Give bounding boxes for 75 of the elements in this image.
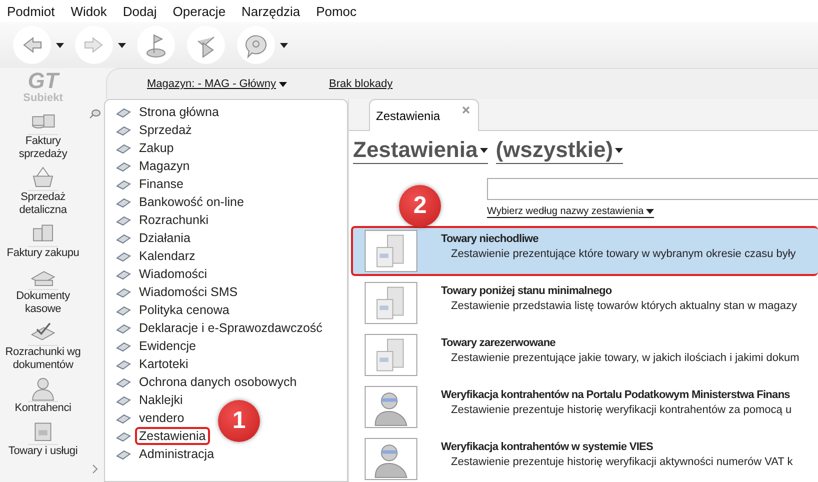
report-title: Weryfikacja kontrahentów w systemie VIES [441,441,654,453]
sidebar-item[interactable]: Kontrahenci [0,375,86,418]
search-field[interactable] [487,178,818,200]
caret-icon [480,148,488,152]
boxes-icon [363,334,419,376]
logo-name: Subiekt [23,92,63,104]
nav-item[interactable]: Kartoteki [115,355,347,373]
nav-item[interactable]: Działania [115,229,347,247]
sidebar-item[interactable]: Rozrachunki wg dokumentów [0,319,86,375]
nav-item[interactable]: Deklaracje i e-Sprawozdawczość [115,319,347,337]
toolbar-button[interactable] [12,25,64,65]
filter-dropdown[interactable]: (wszystkie) [496,137,624,164]
sidebar-item[interactable]: Faktury zakupu [0,220,86,263]
caret-icon [646,209,654,214]
menu-item[interactable]: Operacje [172,4,226,18]
toolbar-button[interactable] [136,25,176,65]
person-icon [363,438,419,480]
callout-marker: 2 [399,185,441,227]
flag-icon [136,25,176,65]
report-description: Zestawienie prezentujące które towary w wybranym okresie czasu były [450,248,796,260]
nav-item[interactable]: Wiadomości [115,265,347,283]
menu-item[interactable]: Widok [70,4,107,18]
warehouse-link[interactable]: Magazyn: - MAG - Główny [147,78,287,90]
sidebar-item[interactable]: Faktury sprzedaży [0,108,86,164]
report-description: Zestawienie prezentuje historię weryfikacji kontrahentów za pomocą u [450,404,792,416]
report-title: Towary poniżej stanu minimalnego [441,285,613,297]
nav-item[interactable]: Kalendarz [115,247,347,265]
sidebar-item[interactable]: Towary i usługi [0,418,86,461]
caret-icon [278,82,287,86]
menu-item[interactable]: Podmiot [7,4,55,18]
toolbar-button[interactable] [74,25,126,65]
caret-icon [118,42,126,48]
menu-item[interactable]: Dodaj [122,4,157,18]
report-title: Weryfikacja kontrahentów na Portalu Podatkowym Ministerstwa Finans [441,389,791,401]
nav-item[interactable]: Ewidencje [115,337,347,355]
nav-item[interactable]: Sprzedaż [115,121,347,139]
toolbar-button[interactable] [236,25,288,65]
caret-icon [615,148,624,152]
category-dropdown[interactable]: Zestawienia [353,137,488,164]
nav-item[interactable]: Polityka cenowa [115,301,347,319]
chevron-icon[interactable] [92,464,98,474]
close-icon[interactable] [462,106,470,114]
sidebar-item[interactable]: Dokumenty kasowe [0,263,86,319]
boxes-icon [363,282,419,324]
nav-item[interactable]: Zakup [115,139,347,157]
boxes-icon [363,230,419,272]
tab[interactable]: Zestawienia [369,99,480,131]
lock-status-link[interactable]: Brak blokady [328,78,393,90]
menu-item[interactable]: Pomoc [316,4,357,18]
checklist-icon [186,25,226,65]
toolbar-button[interactable] [186,25,226,65]
nav-item[interactable]: Rozrachunki [115,211,347,229]
person-icon [28,375,58,402]
menu-item[interactable]: Narzędzia [242,4,300,18]
report-title: Towary zarezerwowane [441,337,556,349]
report-description: Zestawienie prezentujące jakie towary, w jakich ilościach i jakimi dokum [450,352,800,364]
nav-item[interactable]: Ochrona danych osobowych [115,373,347,391]
nav-item[interactable]: Magazyn [115,157,347,175]
nav-item[interactable]: Finanse [115,175,347,193]
nav-item[interactable]: Bankowość on-line [115,193,347,211]
report-title: Towary niechodliwe [441,233,540,245]
search-mode-link[interactable]: Wybierz według nazwy zestawienia [487,206,654,218]
help-icon [236,25,276,65]
nav-item[interactable]: Administracja [115,445,347,463]
basket-icon [28,164,58,191]
caret-icon [280,42,288,48]
caret-icon [56,42,64,48]
person-icon [363,386,419,428]
report-description: Zestawienie prezentuje historię weryfikacji aktywności numerów VAT k [450,456,793,468]
nav-item[interactable]: Wiadomości SMS [115,283,347,301]
sidebar-item[interactable]: Sprzedaż detaliczna [0,164,86,220]
report-description: Zestawienie przedstawia listę towarów których aktualny stan w magazy [450,300,798,312]
report-row[interactable]: Towary niechodliwe Zestawienie prezentujące które towary w wybranym okresie czasu były [351,226,818,276]
logo-mark: GT [28,70,58,92]
nav-item[interactable]: Strona główna [115,103,347,121]
